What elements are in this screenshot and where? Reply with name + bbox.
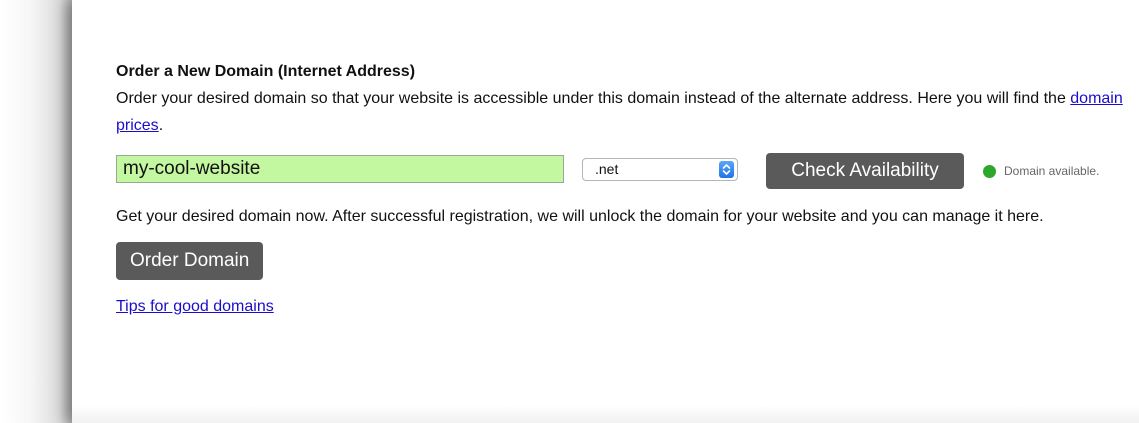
order-description: Get your desired domain now. After succe… xyxy=(116,208,1044,225)
section-title: Order a New Domain (Internet Address) xyxy=(116,63,416,80)
status-dot-icon xyxy=(983,164,996,178)
tld-select[interactable]: .net xyxy=(582,158,738,181)
intro-paragraph: Order your desired domain so that your w… xyxy=(116,85,1131,139)
order-domain-section: Order a New Domain (Internet Address) Or… xyxy=(116,62,1131,317)
tld-selected-value: .net xyxy=(595,161,619,177)
domain-panel: Order a New Domain (Internet Address) Or… xyxy=(72,0,1139,423)
order-domain-button[interactable]: Order Domain xyxy=(116,242,264,280)
tips-row: Tips for good domains xyxy=(116,297,1131,317)
availability-status-text: Domain available. xyxy=(1004,164,1100,178)
domain-check-row: .net Check Availability Domain available… xyxy=(116,153,1131,189)
domain-name-input[interactable] xyxy=(116,155,564,183)
screen: Order a New Domain (Internet Address) Or… xyxy=(0,0,1139,423)
intro-text: Order your desired domain so that your w… xyxy=(116,90,1071,107)
intro-end: . xyxy=(158,117,164,134)
chevron-up-down-icon xyxy=(719,161,734,178)
tips-link[interactable]: Tips for good domains xyxy=(116,298,274,315)
availability-status: Domain available. xyxy=(983,164,1099,178)
window-backdrop xyxy=(0,0,72,423)
check-availability-button[interactable]: Check Availability xyxy=(766,153,964,189)
